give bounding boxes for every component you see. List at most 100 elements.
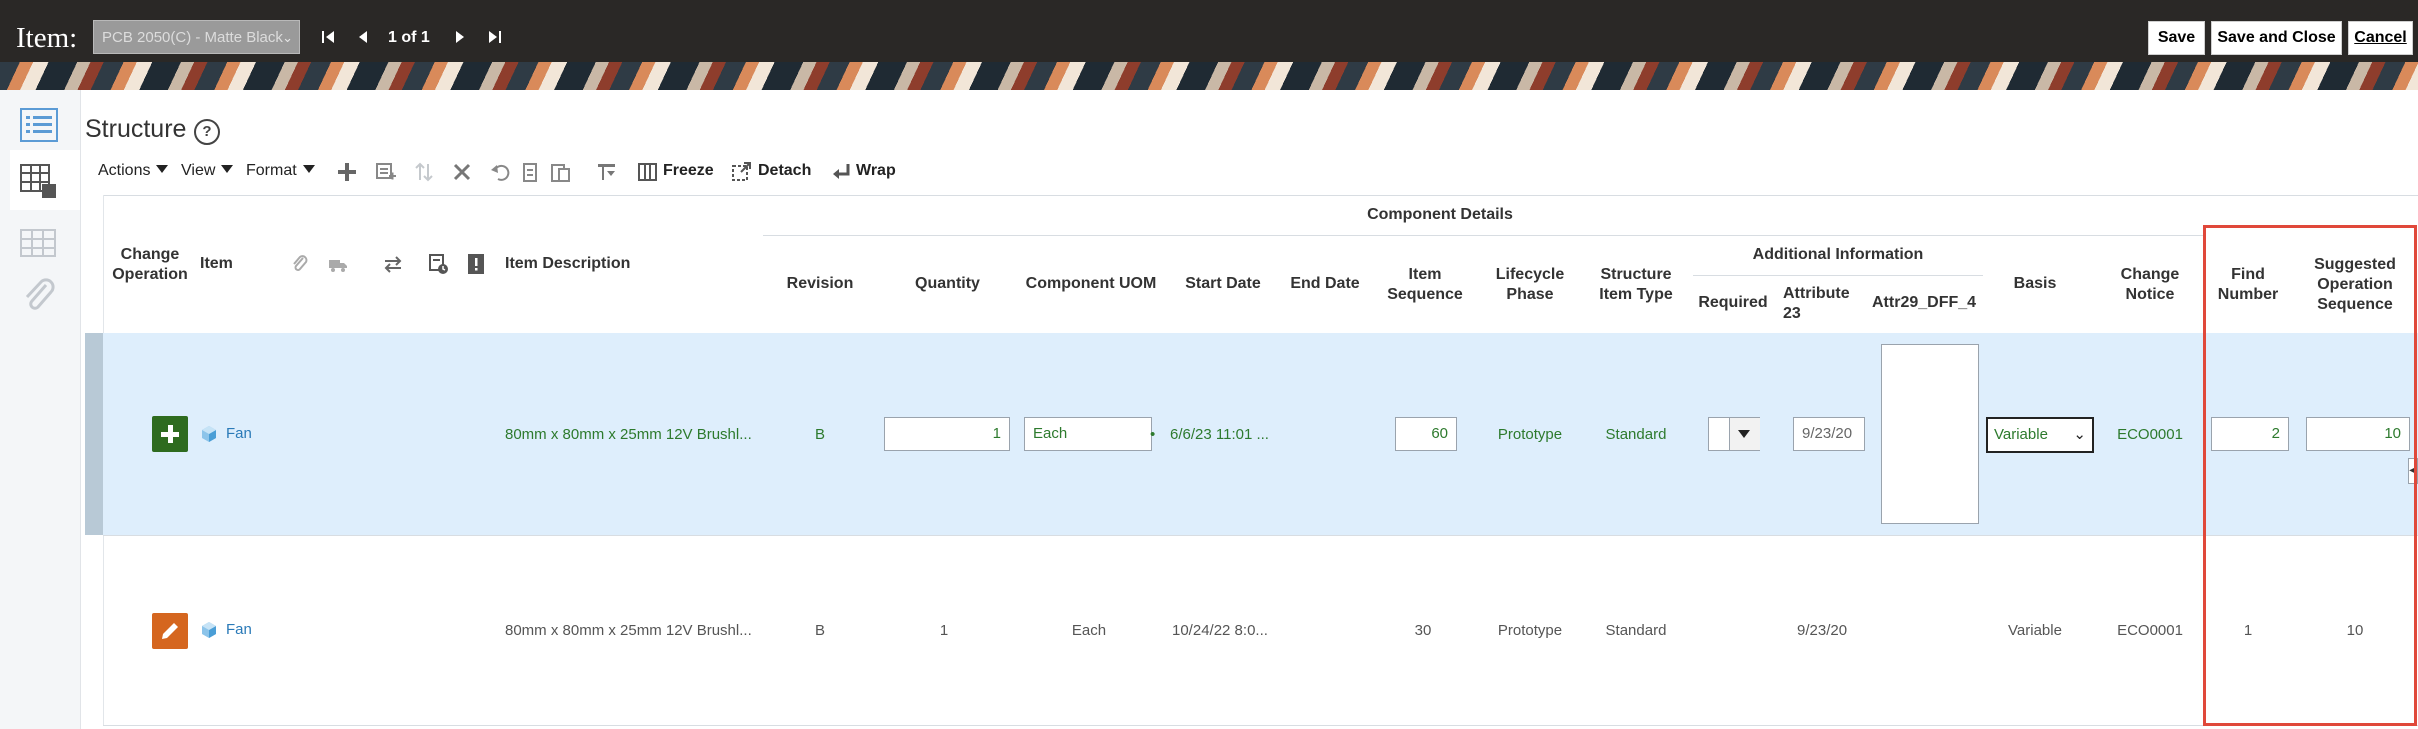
column-header-revision[interactable]: Revision	[765, 274, 875, 294]
schedule-icon	[429, 254, 448, 274]
item-description: 80mm x 80mm x 25mm 12V Brushl...	[505, 622, 752, 639]
column-header-item[interactable]: Item	[200, 254, 233, 274]
attachment-icon[interactable]	[18, 275, 60, 317]
column-header-item-description[interactable]: Item Description	[505, 254, 630, 274]
paste-icon[interactable]	[548, 160, 572, 184]
additional-information-underline	[1693, 275, 1983, 276]
highlight-box	[2203, 225, 2417, 726]
add-icon[interactable]	[335, 160, 359, 184]
basis-value: Variable	[1994, 426, 2048, 443]
exception-icon	[468, 254, 484, 274]
undo-icon[interactable]	[489, 160, 513, 184]
revision-value: B	[814, 426, 825, 443]
actions-menu[interactable]: Actions	[98, 162, 169, 180]
view-label: View	[181, 162, 216, 179]
quantity-input[interactable]: 1	[884, 417, 1010, 451]
add-operation-icon[interactable]	[152, 416, 188, 452]
view-menu[interactable]: View	[181, 162, 234, 180]
column-header-start-date[interactable]: Start Date	[1168, 274, 1278, 294]
column-header-attr29[interactable]: Attr29_DFF_4	[1872, 293, 1982, 313]
swap-icon	[384, 256, 402, 273]
uom-input[interactable]: Each	[1024, 417, 1152, 451]
column-group-additional-information: Additional Information	[1752, 246, 1924, 263]
first-page-icon[interactable]	[318, 26, 340, 48]
column-group-component-details: Component Details	[1367, 206, 1513, 223]
cancel-button[interactable]: Cancel	[2348, 21, 2413, 55]
chevron-down-icon: ⌄	[282, 30, 293, 45]
chevron-down-icon: ⌄	[2073, 426, 2086, 443]
change-notice-link[interactable]: ECO0001	[2110, 425, 2190, 445]
last-page-icon[interactable]	[483, 26, 505, 48]
detach-button[interactable]: Detach	[758, 162, 811, 180]
list-view-icon[interactable]	[18, 104, 60, 146]
item-label: Item:	[16, 22, 78, 54]
format-menu[interactable]: Format	[246, 162, 315, 180]
detach-icon[interactable]	[729, 160, 753, 184]
column-header-basis[interactable]: Basis	[1990, 274, 2080, 294]
structure-item-type-value: Standard	[1605, 426, 1667, 443]
page-title: Structure	[85, 115, 187, 143]
uom-value: Each	[1071, 622, 1107, 639]
item-select-value: PCB 2050(C) - Matte Black	[102, 29, 283, 46]
freeze-icon[interactable]	[636, 160, 660, 184]
uom-lov-icon[interactable]: •	[1150, 425, 1155, 445]
sort-icon[interactable]	[412, 160, 436, 184]
attachment-column-icon	[293, 255, 308, 271]
truck-icon	[329, 260, 347, 272]
caret-down-icon	[302, 165, 315, 173]
caret-down-icon	[221, 165, 234, 173]
previous-page-icon[interactable]	[353, 26, 375, 48]
help-icon[interactable]: ?	[194, 119, 220, 145]
wrap-icon[interactable]	[830, 160, 854, 184]
quantity-value: 1	[939, 622, 949, 639]
actions-label: Actions	[98, 162, 151, 179]
filter-icon[interactable]	[595, 160, 619, 184]
start-date-value: 6/6/23 11:01 ...	[1170, 426, 1269, 443]
delete-icon[interactable]	[450, 160, 474, 184]
wrap-button[interactable]: Wrap	[856, 162, 896, 180]
attr29-textarea[interactable]	[1881, 344, 1979, 524]
column-header-component-uom[interactable]: Component UOM	[1020, 274, 1162, 294]
column-header-structure-item-type[interactable]: Structure Item Type	[1590, 265, 1682, 305]
attribute-23-input[interactable]: 9/23/20	[1793, 417, 1865, 451]
page-indicator: 1 of 1	[388, 29, 430, 46]
item-sequence-value: 30	[1414, 622, 1432, 639]
column-header-required[interactable]: Required	[1693, 293, 1773, 313]
start-date-value: 10/24/22 8:0...	[1172, 622, 1268, 639]
caret-down-icon	[156, 165, 169, 173]
add-row-icon[interactable]	[374, 160, 398, 184]
format-label: Format	[246, 162, 297, 179]
column-header-end-date[interactable]: End Date	[1280, 274, 1370, 294]
column-header-lifecycle-phase[interactable]: Lifecycle Phase	[1485, 265, 1575, 305]
dropdown-button[interactable]	[1729, 418, 1760, 450]
grid-view-icon[interactable]	[18, 222, 60, 264]
basis-value: Variable	[2008, 622, 2062, 639]
basis-select[interactable]: Variable ⌄	[1986, 417, 2094, 453]
column-header-change-notice[interactable]: Change Notice	[2110, 265, 2190, 305]
copy-icon[interactable]	[518, 160, 542, 184]
column-header-item-sequence[interactable]: Item Sequence	[1385, 265, 1465, 305]
column-header-change-operation[interactable]: Change Operation	[105, 245, 195, 285]
item-link[interactable]: Fan	[226, 424, 252, 444]
item-select[interactable]: PCB 2050(C) - Matte Black ⌄	[93, 20, 300, 54]
structure-grid-icon[interactable]	[18, 160, 60, 202]
freeze-button[interactable]: Freeze	[663, 162, 714, 180]
revision-value: B	[814, 622, 825, 639]
banner-pattern	[0, 62, 2418, 90]
change-notice-value: ECO0001	[2117, 622, 2183, 639]
edit-operation-icon[interactable]	[152, 613, 188, 649]
table-bottom-border	[103, 725, 2418, 726]
next-page-icon[interactable]	[448, 26, 470, 48]
item-cube-icon	[202, 622, 216, 638]
item-sequence-input[interactable]: 60	[1395, 417, 1457, 451]
lifecycle-phase-value: Prototype	[1497, 426, 1563, 443]
component-details-underline	[763, 235, 2203, 236]
save-and-close-button[interactable]: Save and Close	[2211, 21, 2342, 55]
item-link[interactable]: Fan	[226, 620, 252, 640]
required-select[interactable]	[1708, 417, 1760, 451]
item-description: 80mm x 80mm x 25mm 12V Brushl...	[505, 426, 752, 443]
column-header-quantity[interactable]: Quantity	[880, 274, 1015, 294]
save-button[interactable]: Save	[2148, 21, 2205, 55]
column-header-attribute-23[interactable]: Attribute 23	[1783, 284, 1850, 324]
row-selection-bar	[85, 333, 103, 535]
